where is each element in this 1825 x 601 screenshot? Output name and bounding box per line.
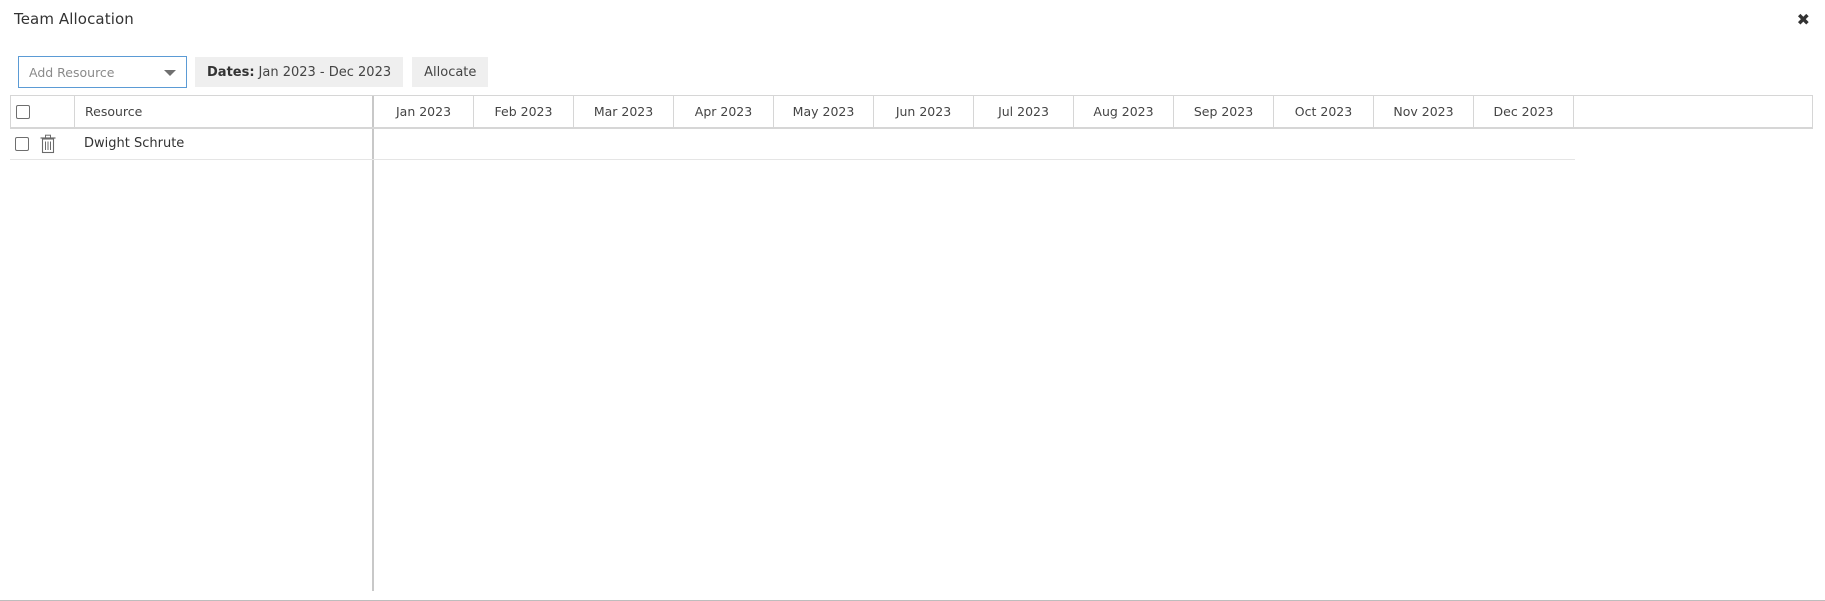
month-header: Mar 2023 [574, 96, 674, 127]
close-icon[interactable]: ✖ [1797, 10, 1810, 30]
timeline-row[interactable] [374, 129, 1575, 160]
month-header: Nov 2023 [1374, 96, 1474, 127]
month-header: May 2023 [774, 96, 874, 127]
table-row: Dwight Schrute [10, 129, 374, 160]
month-header: Dec 2023 [1474, 96, 1574, 127]
chevron-down-icon [164, 69, 176, 76]
allocation-grid: Resource Dwight Schrute Jan 2023 Feb 202… [10, 95, 1813, 591]
dialog-title: Team Allocation [14, 10, 134, 28]
add-resource-placeholder: Add Resource [29, 64, 115, 80]
row-checkbox[interactable] [15, 137, 29, 151]
month-header: Apr 2023 [674, 96, 774, 127]
dates-value: Jan 2023 - Dec 2023 [258, 64, 392, 80]
select-all-checkbox[interactable] [16, 105, 30, 119]
month-header: Sep 2023 [1174, 96, 1274, 127]
resource-name: Dwight Schrute [84, 136, 185, 151]
resource-pane: Resource Dwight Schrute [10, 95, 374, 591]
month-header: Jan 2023 [374, 96, 474, 127]
team-allocation-dialog: Team Allocation ✖ Add Resource Dates: Ja… [0, 0, 1825, 601]
dates-label: Dates: [207, 64, 255, 80]
month-header: Oct 2023 [1274, 96, 1374, 127]
header-filler [1574, 96, 1812, 127]
toolbar: Add Resource Dates: Jan 2023 - Dec 2023 … [18, 56, 489, 88]
month-header: Jun 2023 [874, 96, 974, 127]
resource-column-header[interactable]: Resource [75, 96, 374, 127]
dates-button[interactable]: Dates: Jan 2023 - Dec 2023 [195, 57, 404, 87]
months-header-row: Jan 2023 Feb 2023 Mar 2023 Apr 2023 May … [374, 95, 1813, 129]
month-header: Jul 2023 [974, 96, 1074, 127]
month-header: Aug 2023 [1074, 96, 1174, 127]
allocate-button[interactable]: Allocate [412, 57, 489, 87]
timeline-pane: Jan 2023 Feb 2023 Mar 2023 Apr 2023 May … [374, 95, 1813, 591]
add-resource-dropdown[interactable]: Add Resource [18, 56, 187, 88]
month-header: Feb 2023 [474, 96, 574, 127]
trash-icon[interactable] [40, 134, 56, 154]
select-all-cell [11, 96, 75, 127]
resource-header-row: Resource [10, 95, 374, 129]
